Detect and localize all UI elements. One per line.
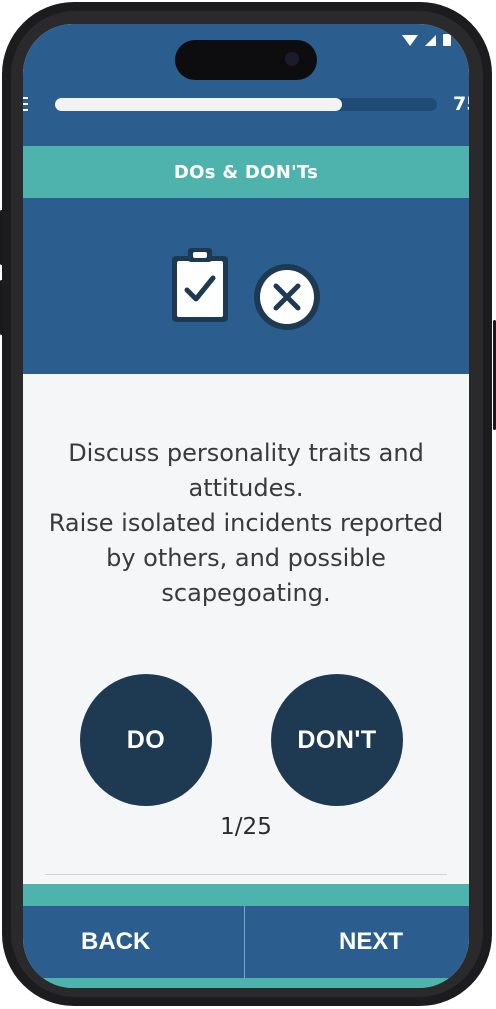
- status-icons: [402, 34, 451, 46]
- dont-button[interactable]: DON'T: [271, 674, 403, 806]
- progress-percentage: 75%: [453, 93, 469, 115]
- x-circle-icon: [254, 264, 320, 330]
- progress-bar-fill: [55, 98, 342, 111]
- progress-bar: [55, 98, 437, 111]
- signal-icon: [425, 34, 436, 46]
- wifi-icon: [402, 34, 418, 46]
- volume-up-button: [0, 210, 3, 265]
- nav-divider: [244, 906, 245, 978]
- progress-header: 75%: [23, 69, 469, 146]
- next-button[interactable]: NEXT: [333, 906, 409, 978]
- back-button[interactable]: BACK: [75, 906, 156, 978]
- question-text-line2: Raise isolated incidents reported by oth…: [48, 509, 444, 607]
- question-counter: 1/25: [220, 814, 272, 840]
- section-title: DOs & DON'Ts: [23, 146, 469, 198]
- divider: [45, 874, 447, 875]
- camera-icon: [285, 52, 299, 66]
- bottom-navigation: BACK NEXT: [23, 906, 469, 988]
- bottom-teal-strip: [23, 978, 469, 988]
- do-button[interactable]: DO: [80, 674, 212, 806]
- question-card: Discuss personality traits and attitudes…: [23, 374, 469, 884]
- app-screen: 75% DOs & DON'Ts Discuss personality tra…: [23, 24, 469, 988]
- volume-down-button: [0, 280, 3, 335]
- dynamic-island: [175, 40, 317, 80]
- teal-strip: [23, 884, 469, 906]
- icon-banner: [23, 198, 469, 374]
- menu-icon[interactable]: [23, 97, 29, 113]
- question-text: Discuss personality traits and attitudes…: [33, 436, 459, 611]
- clipboard-check-icon: [172, 248, 228, 322]
- question-text-line1: Discuss personality traits and attitudes…: [68, 439, 424, 502]
- battery-icon: [443, 34, 451, 46]
